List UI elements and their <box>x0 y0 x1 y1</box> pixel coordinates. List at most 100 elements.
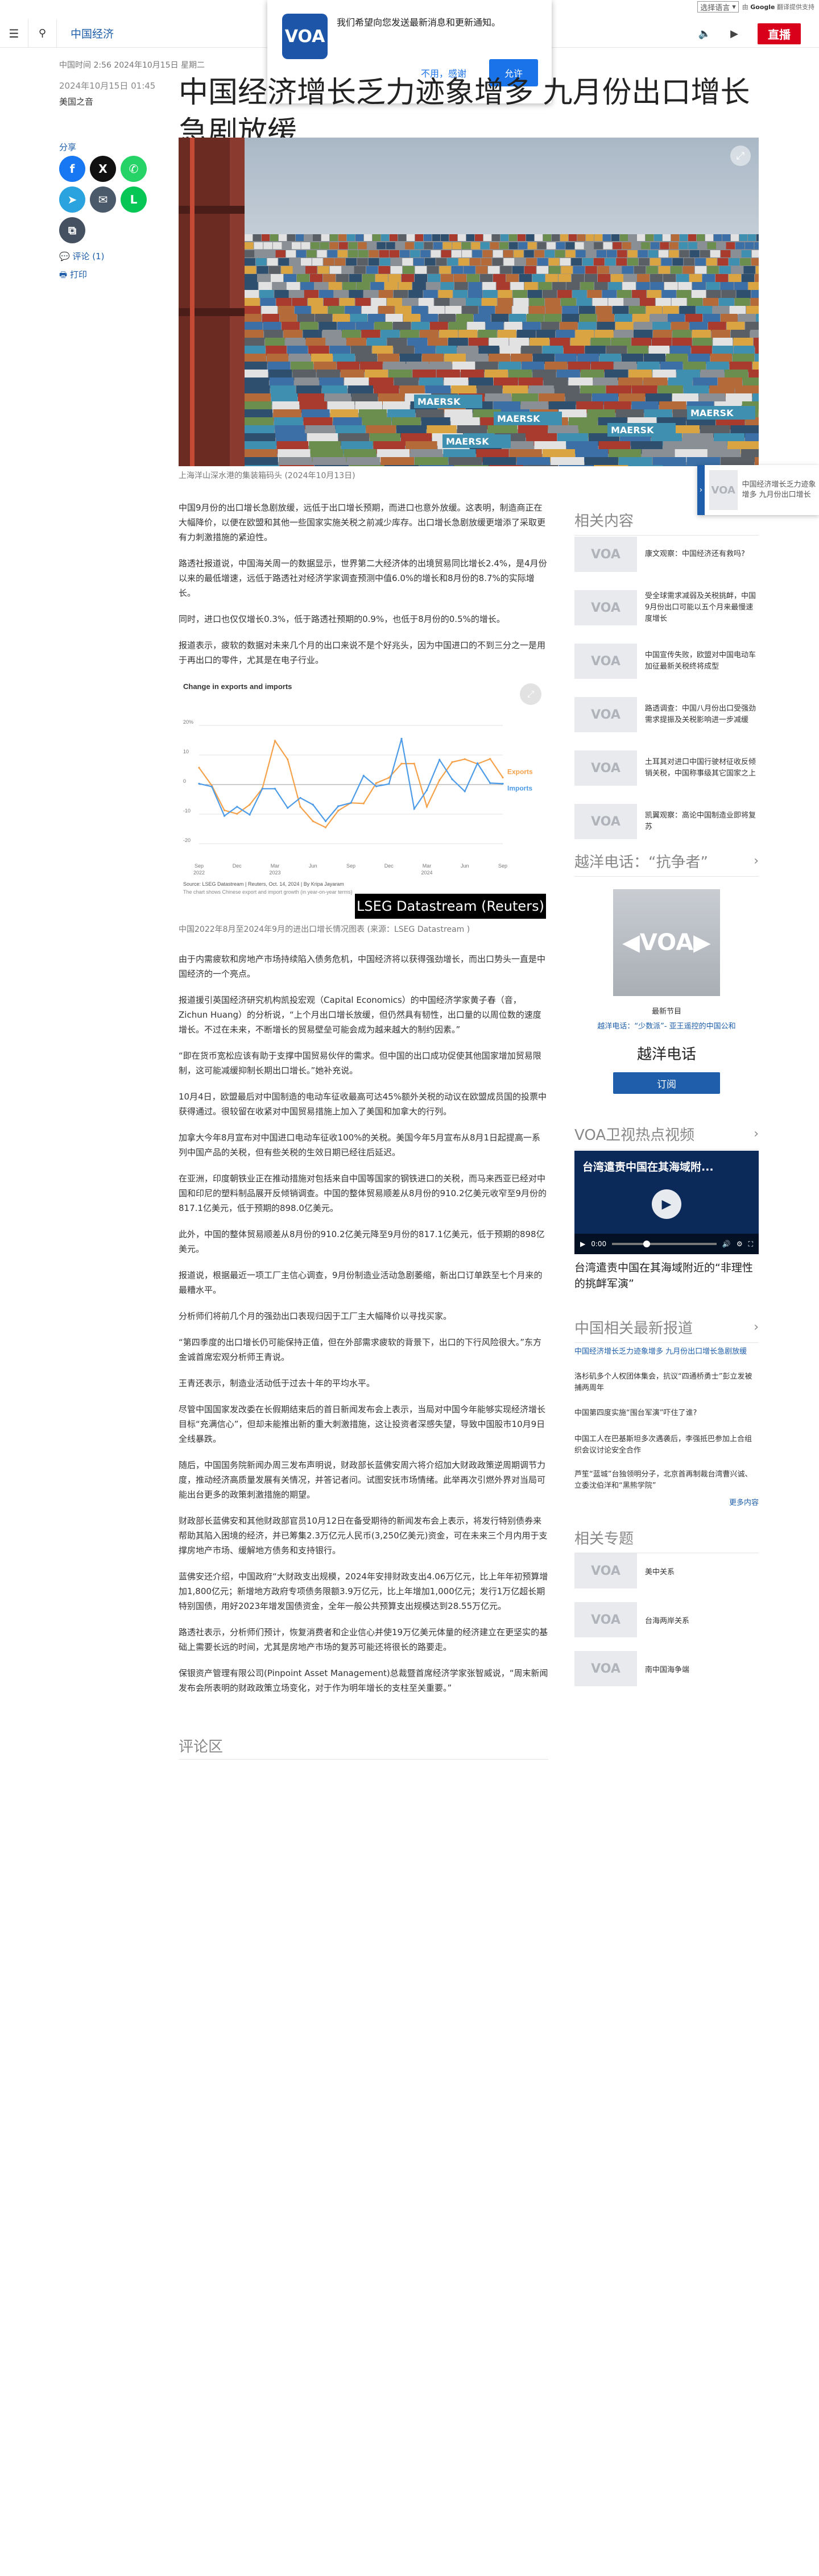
related-item[interactable]: VOA 凯翼观察：高论中国制造业即将复苏 <box>574 802 759 841</box>
shipping-container <box>349 290 363 298</box>
shipping-container <box>736 290 751 298</box>
shipping-container <box>726 242 735 250</box>
facebook-icon[interactable]: f <box>59 156 85 182</box>
related-item[interactable]: VOA 路透调查：中国八月份出口受强劲需求提振及关税影响进一步减缓 <box>574 695 759 735</box>
chevron-right-icon[interactable]: › <box>754 1320 759 1334</box>
shipping-container <box>527 314 544 323</box>
shipping-container <box>408 290 423 298</box>
radio-program-artwork[interactable]: ◀VOA▶ <box>613 889 720 996</box>
news-item[interactable]: 芦笙“蓝城”台独领明分子，北京首再制裁台湾曹兴诚、立委沈伯洋和“黑熊学院” <box>574 1469 759 1492</box>
shipping-container <box>632 290 647 298</box>
shipping-container <box>388 274 401 282</box>
shipping-container <box>433 242 442 250</box>
telegram-icon[interactable]: ➤ <box>59 186 85 213</box>
settings-icon[interactable]: ⚙ <box>737 1240 743 1248</box>
shipping-container <box>755 274 759 282</box>
play-icon[interactable]: ▶ <box>652 1189 681 1219</box>
news-heading[interactable]: 中国相关最新报道 <box>574 1317 693 1338</box>
video-icon[interactable]: ▶ <box>730 28 738 40</box>
radio-episode-link[interactable]: 越洋电话：“少数派”- 亚王遥控的中国公和 <box>574 1020 759 1031</box>
shipping-container <box>287 234 295 241</box>
topic-item[interactable]: VOA 美中关系 <box>574 1552 759 1590</box>
shipping-container <box>624 298 639 307</box>
hamburger-icon[interactable]: ☰ <box>0 19 28 48</box>
live-button[interactable]: 直播 <box>758 23 801 44</box>
audio-icon[interactable]: 🔈 <box>698 28 711 40</box>
chart-source-tag: LSEG Datastream (Reuters) <box>355 894 546 919</box>
shipping-container <box>467 322 485 331</box>
floating-next-article[interactable]: › VOA 中国经济增长乏力迹象增多 九月份出口增长 <box>697 465 819 515</box>
whatsapp-icon[interactable]: ✆ <box>121 156 147 182</box>
shipping-container <box>685 314 702 323</box>
chevron-right-icon[interactable]: › <box>754 854 759 868</box>
chevron-right-icon[interactable]: › <box>697 465 705 515</box>
shipping-container <box>286 282 300 291</box>
comments-link[interactable]: 💬 评论 (1) <box>59 250 104 262</box>
data-point <box>502 776 504 779</box>
video-player[interactable]: 台湾遣责中国在其海域附... ▶ ▶ 0:00 🔊 ⚙ ⛶ <box>574 1151 759 1254</box>
shipping-container <box>348 250 358 258</box>
topic-item[interactable]: VOA 南中国海争端 <box>574 1650 759 1687</box>
email-icon[interactable]: ✉ <box>90 186 116 213</box>
expand-icon[interactable]: ⤢ <box>730 146 751 166</box>
shipping-container <box>682 266 694 274</box>
shipping-container <box>615 322 634 331</box>
shipping-container <box>342 282 356 291</box>
more-link[interactable]: 更多内容 <box>729 1496 759 1507</box>
shipping-container <box>650 258 661 266</box>
translate-powered-by: 由 Google 翻译提供支持 <box>742 3 814 11</box>
radio-heading[interactable]: 越洋电话：“抗争者” <box>574 851 708 872</box>
video-caption[interactable]: 台湾遣责中国在其海域附近的“非理性的挑衅军演” <box>574 1260 759 1292</box>
shipping-container <box>305 266 317 274</box>
related-item[interactable]: VOA 中国宣传失败，欧盟对中国电动车加征最新关税终将成型 <box>574 641 759 681</box>
voa-logo: VOA <box>709 470 738 510</box>
language-select[interactable]: 选择语言 ▾ <box>697 1 739 13</box>
shipping-container <box>729 274 741 282</box>
video-scrubber[interactable] <box>643 1241 651 1247</box>
shipping-container <box>245 322 263 331</box>
shipping-container <box>687 298 703 307</box>
fullscreen-icon[interactable]: ⛶ <box>748 1240 753 1248</box>
radio-program-name: 越洋电话 <box>636 1046 696 1063</box>
shipping-container <box>395 242 405 250</box>
shipping-container <box>440 282 454 291</box>
volume-icon[interactable]: 🔊 <box>722 1240 731 1248</box>
shipping-container <box>710 250 721 258</box>
shipping-container <box>646 306 662 315</box>
chart-source: Source: LSEG Datastream | Reuters, Oct. … <box>183 881 344 887</box>
subscribe-button[interactable]: 订阅 <box>613 1072 720 1094</box>
topic-item[interactable]: VOA 台海两岸关系 <box>574 1601 759 1638</box>
nav-section-title[interactable]: 中国经济 <box>71 26 114 41</box>
print-link[interactable]: 🖶 打印 <box>59 268 87 283</box>
line-icon[interactable]: L <box>121 186 147 213</box>
article-paragraph: 尽管中国国家发改委在长假期结束后的首日新闻发布会上表示，当局对中国今年能够实现经… <box>179 1404 546 1444</box>
shipping-container <box>441 274 453 282</box>
news-item[interactable]: 中国工人在巴基斯坦多次遇袭后，李强抵巴参加上合组织会议讨论安全合作 <box>574 1434 759 1457</box>
search-icon[interactable]: ⚲ <box>28 19 57 48</box>
shipping-container <box>756 234 759 241</box>
shipping-container <box>741 250 751 258</box>
expand-icon[interactable]: ⤢ <box>520 683 541 705</box>
data-point <box>223 809 226 811</box>
video-heading[interactable]: VOA卫视热点视频 <box>574 1123 694 1144</box>
share-label: 分享 <box>59 142 77 152</box>
shipping-container <box>721 290 736 298</box>
chevron-right-icon[interactable]: › <box>754 1127 759 1141</box>
related-item[interactable]: VOA 受全球需求减弱及关税挑衅，中国9月份出口可能以五个月来最慢速度增长 <box>574 588 759 628</box>
data-point <box>312 820 314 823</box>
shipping-container <box>392 322 411 331</box>
shipping-container <box>394 290 408 298</box>
news-item[interactable]: 中国经济增长乏力迹象增多 九月份出口增长急剧放缓 <box>574 1346 759 1358</box>
video-progress-bar[interactable] <box>612 1241 717 1247</box>
news-item[interactable]: 中国第四度实施“围台军演”吓住了谁? <box>574 1408 759 1419</box>
shipping-container <box>510 282 524 291</box>
shipping-container <box>436 258 447 266</box>
related-item[interactable]: VOA 康文观察：中国经济还有救吗? <box>574 534 759 574</box>
related-item[interactable]: VOA 土耳其对进口中国行驶材征收反倾销关税，中国称事级其它国家之上 <box>574 748 759 788</box>
shipping-container <box>448 322 467 331</box>
shipping-container <box>379 250 389 258</box>
play-control-icon[interactable]: ▶ <box>580 1240 585 1248</box>
x-twitter-icon[interactable]: X <box>90 156 116 182</box>
news-item[interactable]: 洛杉矶多个人权团体集会，抗议“四通桥勇士”彭立发被捕两周年 <box>574 1371 759 1394</box>
copy-link-icon[interactable]: ⧉ <box>59 217 85 243</box>
